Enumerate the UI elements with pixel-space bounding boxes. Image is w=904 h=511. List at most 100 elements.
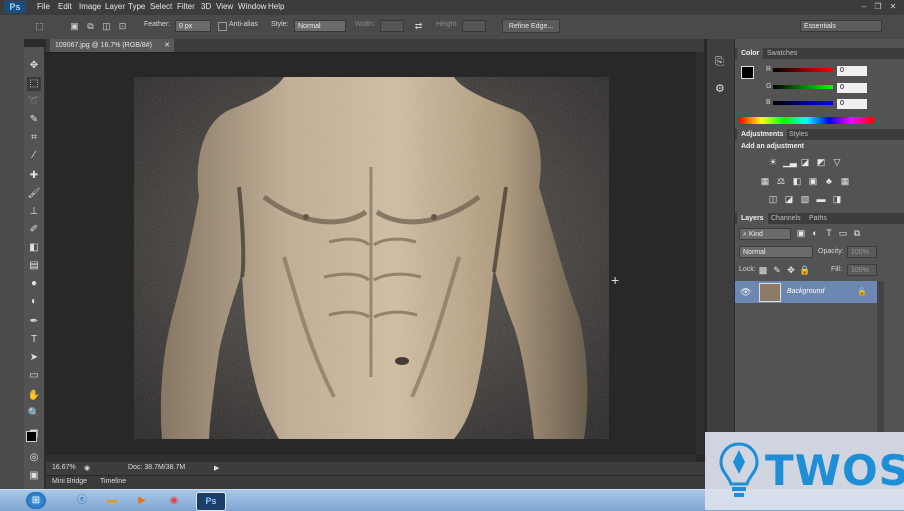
menu-help[interactable]: Help bbox=[268, 2, 284, 11]
color-b-value[interactable]: 0 bbox=[837, 99, 867, 109]
minimize-icon[interactable]: – bbox=[858, 2, 870, 12]
hand-tool-icon[interactable]: ✋ bbox=[27, 389, 41, 403]
workspace-select[interactable]: Essentials bbox=[800, 20, 882, 32]
file-explorer-icon[interactable]: ▬ bbox=[98, 492, 126, 509]
document-tab[interactable]: 109067.jpg @ 16.7% (RGB/8#) ✕ bbox=[50, 39, 174, 52]
new-selection-icon[interactable]: ▣ bbox=[68, 20, 81, 33]
color-balance-adjustment-icon[interactable]: ⚖ bbox=[775, 176, 787, 187]
posterize-adjustment-icon[interactable]: ◪ bbox=[783, 194, 795, 205]
dodge-tool-icon[interactable]: ◐ bbox=[27, 295, 41, 309]
style-select[interactable]: Normal bbox=[294, 20, 346, 32]
tab-color[interactable]: Color bbox=[737, 48, 764, 59]
screen-mode-icon[interactable]: ▣ bbox=[27, 469, 41, 483]
crop-tool-icon[interactable]: ⌗ bbox=[27, 131, 41, 145]
vertical-scrollbar[interactable] bbox=[696, 52, 704, 455]
color-r-slider[interactable] bbox=[773, 68, 833, 72]
move-tool-icon[interactable]: ✥ bbox=[27, 59, 41, 73]
photoshop-taskbar-icon[interactable]: Ps bbox=[196, 492, 226, 511]
lasso-tool-icon[interactable]: ➰ bbox=[27, 95, 41, 109]
threshold-adjustment-icon[interactable]: ▧ bbox=[799, 194, 811, 205]
color-g-value[interactable]: 0 bbox=[837, 83, 867, 93]
color-b-slider[interactable] bbox=[773, 101, 833, 105]
menu-window[interactable]: Window bbox=[238, 2, 266, 11]
close-icon[interactable]: ✕ bbox=[887, 2, 899, 12]
filter-adjustment-icon[interactable]: ◐ bbox=[809, 228, 821, 239]
status-menu-arrow-icon[interactable]: ▶ bbox=[214, 464, 219, 472]
quick-mask-icon[interactable]: ◎ bbox=[27, 451, 41, 465]
blend-mode-select[interactable]: Normal bbox=[739, 246, 813, 258]
exposure-adjustment-icon[interactable]: ◩ bbox=[815, 157, 827, 168]
horizontal-scrollbar[interactable] bbox=[46, 455, 696, 462]
internet-explorer-icon[interactable]: ⓔ bbox=[68, 492, 96, 509]
eyedropper-tool-icon[interactable]: ⁄ bbox=[27, 149, 41, 163]
rectangle-tool-icon[interactable]: ▭ bbox=[27, 369, 41, 383]
menu-view[interactable]: View bbox=[216, 2, 233, 11]
brightness-adjustment-icon[interactable]: ☀ bbox=[767, 157, 779, 168]
photo-filter-adjustment-icon[interactable]: ▣ bbox=[807, 176, 819, 187]
color-g-slider[interactable] bbox=[773, 85, 833, 89]
layer-filter-select[interactable]: ⌕ Kind bbox=[739, 228, 791, 240]
tab-swatches[interactable]: Swatches bbox=[763, 48, 801, 59]
lock-pixels-icon[interactable]: ✎ bbox=[771, 265, 783, 276]
channel-mixer-adjustment-icon[interactable]: ♣ bbox=[823, 176, 835, 187]
fill-input[interactable]: 100% bbox=[847, 264, 877, 276]
path-selection-tool-icon[interactable]: ➤ bbox=[27, 351, 41, 365]
color-r-value[interactable]: 0 bbox=[837, 66, 867, 76]
tab-paths[interactable]: Paths bbox=[805, 213, 831, 224]
quick-selection-tool-icon[interactable]: ✎ bbox=[27, 113, 41, 127]
color-spectrum-ramp[interactable] bbox=[739, 117, 874, 124]
feather-input[interactable]: 0 px bbox=[175, 20, 211, 32]
status-info-icon[interactable]: ◉ bbox=[84, 464, 90, 472]
menu-layer[interactable]: Layer bbox=[105, 2, 125, 11]
marquee-tool-preset-icon[interactable]: ⬚ bbox=[33, 20, 46, 33]
filter-shape-icon[interactable]: ▭ bbox=[837, 228, 849, 239]
document-canvas[interactable] bbox=[134, 77, 609, 439]
refine-edge-button[interactable]: Refine Edge... bbox=[502, 19, 560, 33]
antialias-checkbox[interactable] bbox=[218, 22, 227, 31]
color-lookup-adjustment-icon[interactable]: ▦ bbox=[839, 176, 851, 187]
menu-image[interactable]: Image bbox=[79, 2, 101, 11]
levels-adjustment-icon[interactable]: ▁▃ bbox=[783, 157, 797, 168]
hue-saturation-adjustment-icon[interactable]: ▦ bbox=[759, 176, 771, 187]
menu-file[interactable]: File bbox=[37, 2, 50, 11]
properties-panel-icon[interactable]: ⚙ bbox=[715, 82, 725, 95]
curves-adjustment-icon[interactable]: ◪ bbox=[799, 157, 811, 168]
tab-mini-bridge[interactable]: Mini Bridge bbox=[52, 478, 87, 485]
gradient-map-adjustment-icon[interactable]: ▬ bbox=[815, 194, 827, 205]
menu-select[interactable]: Select bbox=[150, 2, 172, 11]
healing-brush-tool-icon[interactable]: ✚ bbox=[27, 169, 41, 183]
opacity-input[interactable]: 100% bbox=[847, 246, 877, 258]
filter-pixel-icon[interactable]: ▣ bbox=[795, 228, 807, 239]
pen-tool-icon[interactable]: ✒ bbox=[27, 315, 41, 329]
rectangular-marquee-tool-icon[interactable]: ⬚ bbox=[27, 77, 41, 91]
lock-position-icon[interactable]: ✥ bbox=[785, 265, 797, 276]
invert-adjustment-icon[interactable]: ◫ bbox=[767, 194, 779, 205]
media-player-icon[interactable]: ▶ bbox=[128, 492, 156, 509]
black-white-adjustment-icon[interactable]: ◧ bbox=[791, 176, 803, 187]
foreground-color-chip[interactable] bbox=[741, 66, 754, 79]
blur-tool-icon[interactable]: ● bbox=[27, 277, 41, 291]
history-panel-icon[interactable]: ⎘ bbox=[715, 56, 724, 69]
zoom-tool-icon[interactable]: 🔍 bbox=[27, 407, 41, 421]
restore-icon[interactable]: ❐ bbox=[872, 2, 884, 12]
layer-name[interactable]: Background bbox=[787, 288, 824, 295]
type-tool-icon[interactable]: T bbox=[27, 333, 41, 347]
menu-filter[interactable]: Filter bbox=[177, 2, 195, 11]
menu-edit[interactable]: Edit bbox=[58, 2, 72, 11]
width-input[interactable] bbox=[380, 20, 404, 32]
tab-styles[interactable]: Styles bbox=[785, 129, 812, 140]
vibrance-adjustment-icon[interactable]: ▽ bbox=[831, 157, 843, 168]
height-input[interactable] bbox=[462, 20, 486, 32]
menu-type[interactable]: Type bbox=[128, 2, 145, 11]
close-tab-icon[interactable]: ✕ bbox=[164, 39, 170, 52]
lock-transparency-icon[interactable]: ▩ bbox=[757, 265, 769, 276]
swap-dimensions-icon[interactable]: ⇄ bbox=[412, 20, 425, 33]
clone-stamp-tool-icon[interactable]: ⊥ bbox=[27, 205, 41, 219]
tab-channels[interactable]: Channels bbox=[767, 213, 805, 224]
selective-color-adjustment-icon[interactable]: ◨ bbox=[831, 194, 843, 205]
filter-type-icon[interactable]: T bbox=[823, 228, 835, 239]
add-selection-icon[interactable]: ⧉ bbox=[84, 20, 97, 33]
subtract-selection-icon[interactable]: ◫ bbox=[100, 20, 113, 33]
tab-layers[interactable]: Layers bbox=[737, 213, 768, 224]
tab-timeline[interactable]: Timeline bbox=[100, 478, 126, 485]
